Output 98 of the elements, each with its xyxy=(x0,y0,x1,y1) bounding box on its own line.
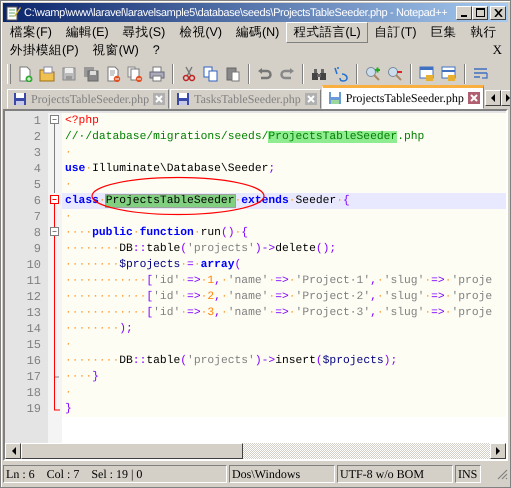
line-number: 15 xyxy=(26,337,42,353)
fold-toggle-icon[interactable] xyxy=(50,195,59,204)
arrow-right-icon xyxy=(496,447,500,455)
arrow-right-icon xyxy=(506,94,510,102)
code-line: · xyxy=(64,210,73,225)
close-document-button[interactable]: X xyxy=(486,42,508,58)
line-number: 4 xyxy=(32,161,42,177)
line-number: 17 xyxy=(26,369,42,385)
open-folder-icon[interactable] xyxy=(39,66,55,82)
minimize-icon xyxy=(461,14,467,16)
menu-item[interactable]: 巨集 xyxy=(424,22,464,42)
code-line: ········$projects·=·array( xyxy=(64,258,242,273)
notepad-icon xyxy=(5,4,21,20)
menu-item[interactable]: 編輯(E) xyxy=(58,22,116,42)
maximize-button[interactable] xyxy=(472,6,488,20)
close-button[interactable] xyxy=(490,6,506,20)
line-number: 1 xyxy=(32,113,42,129)
scrollbar-thumb[interactable] xyxy=(21,443,243,459)
menu-item[interactable]: 程式語言(L) xyxy=(286,22,368,42)
close-file-icon[interactable] xyxy=(105,66,121,82)
encoding-status: UTF-8 w/o BOM xyxy=(337,465,453,483)
code-line: ········); xyxy=(64,322,134,337)
save-icon[interactable] xyxy=(61,66,77,82)
line-number: 12 xyxy=(26,289,42,305)
code-line: } xyxy=(64,402,73,417)
print-icon[interactable] xyxy=(149,66,165,82)
arrow-left-icon xyxy=(10,447,16,455)
status-text: Ln : 6 xyxy=(6,466,35,482)
word-wrap-icon[interactable] xyxy=(473,66,489,82)
horizontal-scrollbar[interactable] xyxy=(5,443,506,459)
copy-icon[interactable] xyxy=(203,66,219,82)
window-lock-icon[interactable] xyxy=(441,66,457,82)
arrow-left-icon xyxy=(490,94,496,102)
close-icon xyxy=(494,8,502,16)
code-line: ········DB::table('projects')->insert($projects); xyxy=(64,354,398,369)
status-text: Col : 7 xyxy=(46,466,80,482)
line-number: 5 xyxy=(32,177,42,193)
line-number: 3 xyxy=(32,145,42,161)
cut-icon[interactable] xyxy=(181,66,197,82)
fold-toggle-icon[interactable] xyxy=(50,115,59,124)
line-number: 13 xyxy=(26,305,42,321)
new-file-icon[interactable] xyxy=(17,66,33,82)
scroll-left-button[interactable] xyxy=(484,90,501,106)
menu-item[interactable]: 檢視(V) xyxy=(172,22,229,42)
code-line: · xyxy=(64,338,73,353)
close-all-icon[interactable] xyxy=(127,66,143,82)
document-tab[interactable]: ProjectsTableSeeder.php xyxy=(322,85,484,109)
redo-icon[interactable] xyxy=(279,66,295,82)
line-number: 8 xyxy=(32,225,42,241)
line-number: 10 xyxy=(26,257,42,273)
menu-item[interactable]: 編碼(N) xyxy=(228,22,286,42)
window-lock-icon[interactable] xyxy=(419,66,435,82)
fold-toggle-icon[interactable] xyxy=(50,227,59,236)
zoom-in-icon[interactable] xyxy=(365,66,381,82)
code-line: ············['id'·=>·2,·'name'·=>·'Project·2',·'slug'·=>·'proje xyxy=(64,290,494,305)
tab-close-icon[interactable] xyxy=(468,92,480,104)
code-line: · xyxy=(64,386,73,401)
scroll-right-button[interactable] xyxy=(490,443,506,459)
code-line: · xyxy=(64,146,73,161)
menu-item[interactable]: 檔案(F) xyxy=(3,22,59,42)
status-text: Sel : 19 | 0 xyxy=(91,466,142,482)
code-line: ········DB::table('projects')->delete(); xyxy=(64,242,338,257)
line-number: 18 xyxy=(26,385,42,401)
line-number: 19 xyxy=(26,401,42,417)
insert-mode-status: INS xyxy=(455,465,481,483)
code-line: ············['id'·=>·1,·'name'·=>·'Project·1',·'slug'·=>·'proje xyxy=(64,274,494,289)
line-number: 16 xyxy=(26,353,42,369)
menu-item[interactable]: 外掛模組(P) xyxy=(3,40,86,60)
line-number: 6 xyxy=(32,193,42,209)
maximize-icon xyxy=(476,8,484,17)
code-line: use·Illuminate\Database\Seeder; xyxy=(64,162,276,177)
menu-item[interactable]: 自訂(T) xyxy=(368,22,424,42)
menu-item[interactable]: 執行 xyxy=(464,22,504,42)
code-line: · xyxy=(64,178,73,193)
minimize-button[interactable] xyxy=(456,6,472,20)
line-number: 9 xyxy=(32,241,42,257)
code-line: <?php xyxy=(64,114,100,129)
menu-item[interactable]: 尋找(S) xyxy=(116,22,172,42)
line-number: 11 xyxy=(26,273,42,289)
undo-icon[interactable] xyxy=(257,66,273,82)
code-line: ····} xyxy=(64,370,100,385)
paste-icon[interactable] xyxy=(225,66,241,82)
code-editor[interactable] xyxy=(3,109,508,461)
line-number: 7 xyxy=(32,209,42,225)
resize-grip-icon[interactable] xyxy=(496,468,508,480)
line-ending-status: Dos\Windows xyxy=(229,465,335,483)
code-line: ············['id'·=>·3,·'name'·=>·'Project·3',·'slug'·=>·'proje xyxy=(64,306,494,321)
window-title: C:\wamp\www\laravel\laravelsample5\database\seeds\ProjectsTableSeeder.php - Notepad++ xyxy=(24,6,448,18)
code-line: ····public·function·run()·{ xyxy=(64,226,250,241)
code-line: //·/database/migrations/seeds/ProjectsTableSeeder.php xyxy=(64,130,426,145)
zoom-out-icon[interactable] xyxy=(387,66,403,82)
line-number: 2 xyxy=(32,129,42,145)
menu-item[interactable]: ? xyxy=(146,41,167,59)
menu-item[interactable]: 視窗(W) xyxy=(86,40,146,60)
scroll-left-button[interactable] xyxy=(5,443,21,459)
replace-icon[interactable] xyxy=(333,66,349,82)
line-number: 14 xyxy=(26,321,42,337)
save-all-icon[interactable] xyxy=(83,66,99,82)
